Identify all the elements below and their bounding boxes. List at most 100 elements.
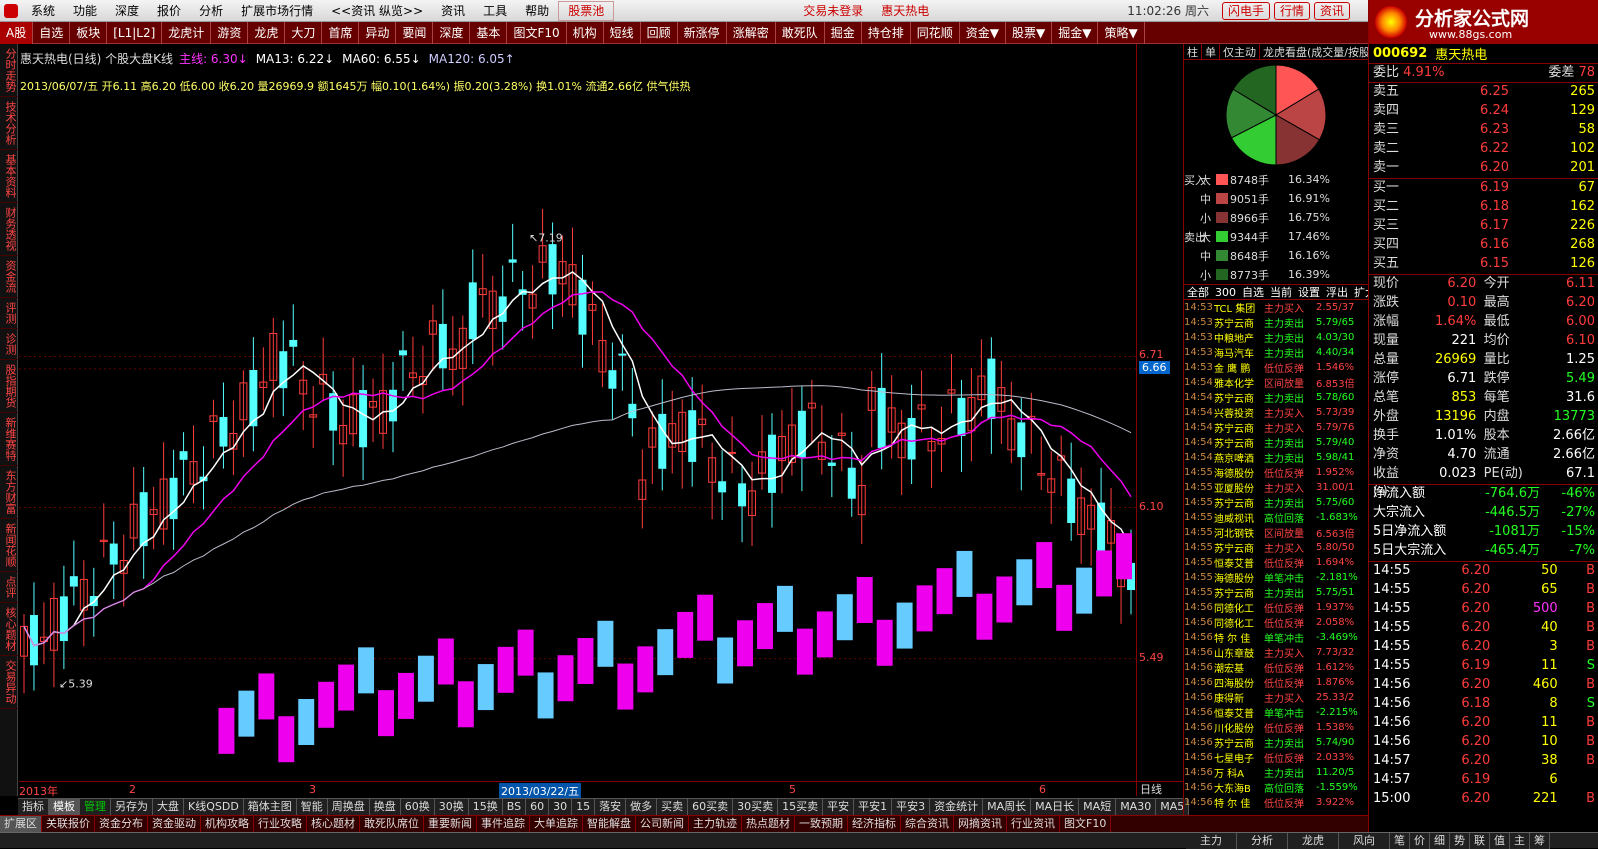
extension-tab[interactable]: 机构攻略	[201, 816, 254, 832]
extension-tab[interactable]: 公司新闻	[636, 816, 689, 832]
tab-item[interactable]: 要闻	[396, 21, 434, 44]
radar-row[interactable]: 14:56 恒泰艾普 单笔冲击 -2.215%	[1184, 705, 1368, 720]
indicator-tab[interactable]: 60换	[400, 799, 435, 815]
radar-row[interactable]: 14:56 特 尔 佳 低位反弹 3.922%	[1184, 795, 1368, 810]
indicator-tab[interactable]: 做多	[626, 799, 658, 815]
menu-item[interactable]: 功能	[64, 0, 106, 22]
radar-row[interactable]: 14:53 中粮地产 主力卖出 4.03/30	[1184, 330, 1368, 345]
indicator-tab[interactable]: 指标	[18, 799, 49, 815]
radar-row[interactable]: 14:56 万 科A 主力卖出 11.20/5	[1184, 765, 1368, 780]
radar-row[interactable]: 14:56 七星电子 低位反弹 2.033%	[1184, 750, 1368, 765]
left-nav-item[interactable]: 分时走势	[0, 44, 18, 97]
menu-item[interactable]: 帮助	[516, 0, 558, 22]
indicator-tab[interactable]: 管理	[80, 799, 111, 815]
indicator-tab[interactable]: 买卖	[657, 799, 689, 815]
period-label[interactable]: 日线	[1140, 781, 1162, 797]
indicator-tab[interactable]: 平安3	[892, 799, 931, 815]
left-nav-item[interactable]: 新闻花顺	[0, 519, 18, 572]
radar-row[interactable]: 14:56 山东章鼓 主力买入 7.73/32	[1184, 645, 1368, 660]
left-nav-item[interactable]: 点评	[0, 572, 18, 603]
left-nav-item[interactable]: 资金流	[0, 256, 18, 298]
radar-row[interactable]: 14:55 苏宁云商 主力卖出 5.75/51	[1184, 585, 1368, 600]
indicator-tab[interactable]: 箱体主图	[243, 799, 297, 815]
indicator-tab[interactable]: 15买卖	[778, 799, 824, 815]
radar-row[interactable]: 14:56 康得新 主力买入 25.33/2	[1184, 690, 1368, 705]
indicator-tab[interactable]: 资金统计	[930, 799, 984, 815]
radar-row[interactable]: 14:55 迪威视讯 高位回落 -1.683%	[1184, 510, 1368, 525]
tab-item[interactable]: 深度	[433, 21, 471, 44]
status-tab[interactable]: 风向	[1339, 832, 1390, 849]
left-nav-item[interactable]: 东方财富	[0, 466, 18, 519]
status-tab[interactable]: 分析	[1237, 832, 1288, 849]
indicator-tab[interactable]: 落安	[595, 799, 627, 815]
extension-tab[interactable]: 图文F10	[1060, 816, 1112, 832]
indicator-tab[interactable]: 30换	[434, 799, 469, 815]
menu-item[interactable]: 深度	[106, 0, 148, 22]
tab-item[interactable]: 自选	[33, 21, 71, 44]
menu-item[interactable]: 报价	[148, 0, 190, 22]
left-nav-item[interactable]: 技术分析	[0, 97, 18, 150]
filter-tab[interactable]: 全部	[1184, 285, 1212, 299]
left-nav-item[interactable]: 核心题材	[0, 603, 18, 656]
tab-item[interactable]: 机构	[567, 21, 604, 44]
extension-tab[interactable]: 智能解盘	[583, 816, 636, 832]
extension-tab[interactable]: 热点题材	[742, 816, 795, 832]
filter-tab[interactable]: 300	[1212, 286, 1239, 299]
mid-tab[interactable]: 单	[1202, 44, 1220, 59]
radar-row[interactable]: 14:55 河北钢铁 区间放量 6.563倍	[1184, 525, 1368, 540]
indicator-tab[interactable]: MA短	[1079, 799, 1117, 815]
tab-item[interactable]: 掘金▼	[1052, 21, 1099, 44]
indicator-tab[interactable]: 大盘	[153, 799, 184, 815]
filter-tab[interactable]: 设置	[1295, 285, 1323, 299]
radar-row[interactable]: 14:56 苏宁云商 主力卖出 5.74/90	[1184, 735, 1368, 750]
tab-item[interactable]: 同花顺	[911, 21, 960, 44]
radar-row[interactable]: 14:56 特 尔 佳 单笔冲击 -3.469%	[1184, 630, 1368, 645]
extension-tab[interactable]: 经济指标	[848, 816, 901, 832]
left-nav-item[interactable]: 交易异动	[0, 656, 18, 709]
radar-row[interactable]: 14:54 燕京啤酒 主力卖出 5.98/41	[1184, 450, 1368, 465]
indicator-tab[interactable]: MA日长	[1031, 799, 1080, 815]
extension-tab[interactable]: 大单追踪	[530, 816, 583, 832]
extension-tab[interactable]: 重要新闻	[424, 816, 477, 832]
indicator-tab[interactable]: 30买卖	[733, 799, 779, 815]
tab-item[interactable]: 首席	[322, 21, 360, 44]
tab-item[interactable]: 新涨停	[678, 21, 727, 44]
radar-row[interactable]: 14:54 苏宁云商 主力卖出 5.78/60	[1184, 390, 1368, 405]
tab-item[interactable]: 大刀	[285, 21, 323, 44]
tab-item[interactable]: 板块	[70, 21, 108, 44]
tab-item[interactable]: 回顾	[641, 21, 678, 44]
filter-tab[interactable]: 当前	[1267, 285, 1295, 299]
radar-row[interactable]: 14:53 海马汽车 主力卖出 4.40/34	[1184, 345, 1368, 360]
tab-item[interactable]: 龙虎	[248, 21, 286, 44]
indicator-tab[interactable]: 另存为	[111, 799, 153, 815]
tab-item[interactable]: 持仓排	[862, 21, 911, 44]
radar-row[interactable]: 14:53 苏宁云商 主力卖出 5.79/65	[1184, 315, 1368, 330]
status-tab[interactable]: 势	[1450, 832, 1470, 849]
status-tab[interactable]: 主	[1510, 832, 1530, 849]
extension-tab[interactable]: 资金驱动	[148, 816, 201, 832]
menu-item[interactable]: 分析	[190, 0, 232, 22]
radar-row[interactable]: 14:56 同德化工 低位反弹 2.058%	[1184, 615, 1368, 630]
indicator-tab[interactable]: MA30	[1116, 799, 1157, 815]
mid-tab[interactable]: 龙虎看盘(成交量/按股)	[1260, 44, 1368, 59]
indicator-tab[interactable]: BS	[502, 799, 527, 815]
tab-item[interactable]: 基本	[470, 21, 508, 44]
left-nav-item[interactable]: 股指期货	[0, 360, 18, 413]
radar-row[interactable]: 14:55 苏宁云商 主力卖出 5.75/60	[1184, 495, 1368, 510]
tab-item[interactable]: A股	[0, 21, 34, 44]
status-tab[interactable]: 笔	[1390, 832, 1410, 849]
radar-row[interactable]: 14:53 金 鹰 鹏 低位反弹 1.546%	[1184, 360, 1368, 375]
tab-item[interactable]: 资金▼	[960, 21, 1006, 44]
indicator-tab[interactable]: 15换	[468, 799, 503, 815]
extension-tab[interactable]: 扩展区	[0, 816, 42, 832]
radar-row[interactable]: 14:55 海德股份 低位反弹 1.952%	[1184, 465, 1368, 480]
indicator-tab[interactable]: 平安	[823, 799, 855, 815]
tab-item[interactable]: 短线	[604, 21, 641, 44]
indicator-tab[interactable]: 智能	[296, 799, 328, 815]
extension-tab[interactable]: 关联报价	[42, 816, 95, 832]
radar-row[interactable]: 14:54 苏宁云商 主力买入 5.79/76	[1184, 420, 1368, 435]
radar-row[interactable]: 14:54 苏宁云商 主力卖出 5.79/40	[1184, 435, 1368, 450]
radar-row[interactable]: 14:55 恒泰艾普 低位反弹 1.694%	[1184, 555, 1368, 570]
radar-row[interactable]: 14:55 海德股份 单笔冲击 -2.181%	[1184, 570, 1368, 585]
radar-row[interactable]: 14:55 亚厦股份 主力买入 31.00/1	[1184, 480, 1368, 495]
